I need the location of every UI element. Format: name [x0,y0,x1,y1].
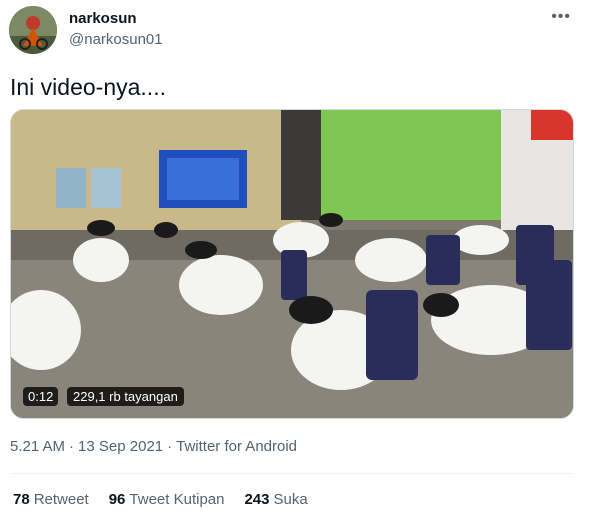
user-display-name[interactable]: narkosun [69,10,137,27]
retweet-count: 78 [13,491,30,508]
video-views: 229,1 rb tayangan [67,387,184,406]
like-label: Suka [273,491,308,508]
separator-dot: · [167,438,173,455]
tweet-time[interactable]: 5.21 AM [10,438,65,455]
separator-dot: · [69,438,75,455]
video-frame [11,110,573,418]
quote-tweet-count: 96 [108,491,126,508]
tweet-text: Ini video-nya.... [10,74,166,100]
tweet-date[interactable]: 13 Sep 2021 [78,438,163,455]
quote-tweet-label: Tweet Kutipan [129,491,225,508]
retweet-label: Retweet [33,491,89,508]
user-handle[interactable]: @narkosun01 [69,31,163,48]
retweet-stat[interactable]: 78 Retweet [13,491,89,508]
video-duration: 0:12 [23,387,59,406]
like-stat[interactable]: 243 Suka [244,491,307,508]
tweet-metadata: 5.21 AM · 13 Sep 2021 · Twitter for Android [10,438,297,455]
tweet-source[interactable]: Twitter for Android [176,438,297,455]
divider [10,473,574,474]
quote-tweet-stat[interactable]: 96 Tweet Kutipan [109,491,225,508]
more-horizontal-icon[interactable]: ••• [551,8,571,26]
engagement-stats: 78 Retweet 96 Tweet Kutipan 243 Suka [13,491,308,508]
avatar-image [9,6,57,54]
video-player[interactable]: 0:12 229,1 rb tayangan [10,109,574,419]
avatar[interactable] [9,6,57,54]
like-count: 243 [244,491,270,508]
